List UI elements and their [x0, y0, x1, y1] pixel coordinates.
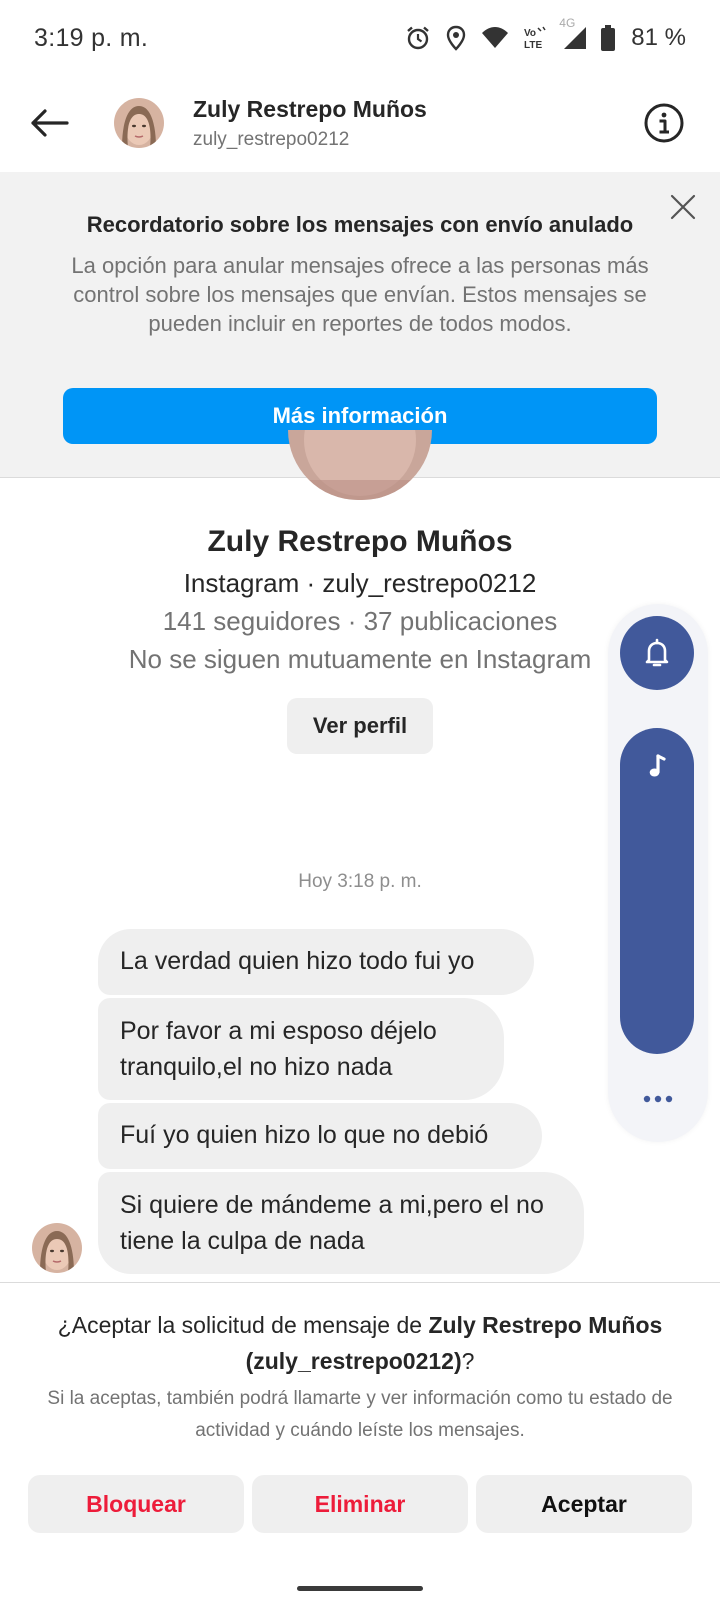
notification-button[interactable] — [620, 616, 694, 690]
bell-icon — [645, 638, 669, 667]
message-request-panel: ¿Aceptar la solicitud de mensaje de Zuly… — [0, 1282, 720, 1600]
message-bubble[interactable]: Si quiere de mándeme a mi,pero el no tie… — [98, 1172, 584, 1274]
back-button[interactable] — [24, 98, 74, 148]
profile-source: Instagram · zuly_restrepo0212 — [183, 568, 537, 598]
request-title: ¿Aceptar la solicitud de mensaje de Zuly… — [30, 1307, 690, 1379]
network-label: 4G — [559, 16, 576, 30]
message-timestamp: Hoy 3:18 p. m. — [298, 871, 422, 892]
more-dots-icon — [643, 1095, 673, 1103]
banner-text: La opción para anular mensajes ofrece a … — [71, 253, 649, 336]
music-note-icon — [649, 754, 666, 777]
request-description: Si la aceptas, también podrá llamarte y … — [47, 1388, 673, 1441]
request-title-suffix: ? — [461, 1348, 475, 1374]
message-bubble[interactable]: La verdad quien hizo todo fui yo — [98, 929, 534, 995]
block-button[interactable]: Bloquear — [28, 1475, 244, 1533]
status-bar: 3:19 p. m. Vo LTE 4G 81 % — [0, 0, 720, 76]
alarm-icon — [407, 26, 430, 50]
banner-title: Recordatorio sobre los mensajes con enví… — [86, 212, 634, 237]
profile-name: Zuly Restrepo Muños — [207, 525, 513, 558]
info-button[interactable] — [642, 101, 686, 145]
view-profile-button[interactable]: Ver perfil — [287, 698, 433, 754]
signal-group: 4G — [559, 16, 587, 50]
more-options-button[interactable] — [630, 1084, 686, 1114]
volte-icon: Vo LTE — [524, 26, 546, 51]
info-icon — [644, 103, 684, 143]
header-username: zuly_restrepo0212 — [193, 129, 350, 150]
header-name: Zuly Restrepo Muños — [193, 96, 427, 122]
status-time: 3:19 p. m. — [34, 23, 149, 52]
battery-icon — [601, 25, 616, 51]
header-avatar[interactable] — [114, 98, 164, 148]
svg-text:Vo: Vo — [524, 28, 536, 39]
header-titles[interactable]: Zuly Restrepo Muños zuly_restrepo0212 — [193, 96, 427, 151]
message-bubble[interactable]: Por favor a mi esposo déjelo tranquilo,e… — [98, 998, 504, 1100]
request-title-username: (zuly_restrepo0212) — [245, 1348, 462, 1374]
wifi-icon — [482, 27, 509, 48]
request-title-prefix: ¿Aceptar la solicitud de mensaje de — [57, 1312, 429, 1338]
battery-percent: 81 % — [631, 24, 686, 51]
profile-avatar[interactable] — [288, 430, 432, 500]
home-indicator[interactable] — [297, 1586, 423, 1591]
chat-header: Zuly Restrepo Muños zuly_restrepo0212 — [0, 76, 720, 172]
request-title-name: Zuly Restrepo Muños — [428, 1312, 663, 1338]
message-bubble[interactable]: Fuí yo quien hizo lo que no debió — [98, 1103, 542, 1169]
arrow-left-icon — [31, 109, 69, 137]
location-icon — [447, 25, 466, 51]
sender-avatar[interactable] — [32, 1223, 82, 1273]
svg-text:LTE: LTE — [524, 40, 542, 51]
status-icons: Vo LTE 4G 81 % — [405, 16, 686, 52]
delete-button[interactable]: Eliminar — [252, 1475, 468, 1533]
accept-button[interactable]: Aceptar — [476, 1475, 692, 1533]
